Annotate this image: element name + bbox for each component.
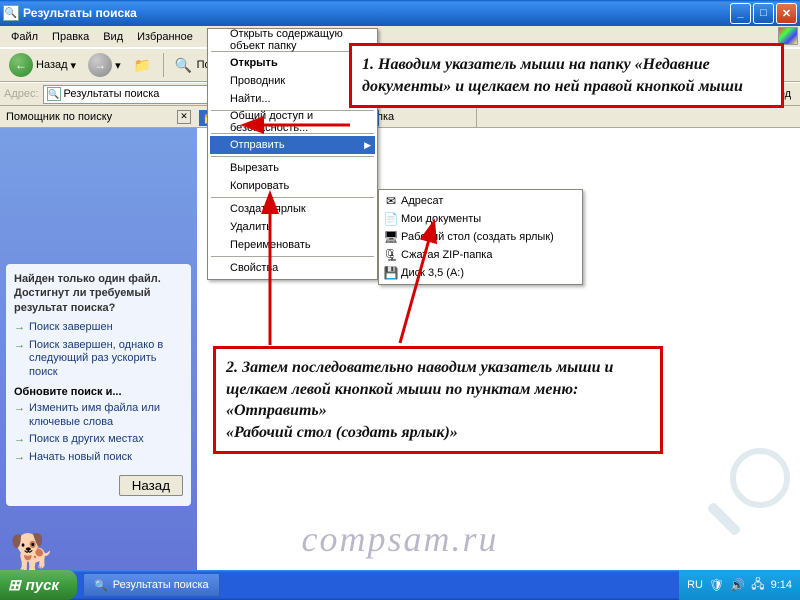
mail-icon: ✉ — [383, 193, 399, 209]
menu-properties[interactable]: Свойства — [210, 259, 375, 277]
documents-icon: 📄 — [383, 211, 399, 227]
red-arrow-3 — [390, 228, 450, 351]
menu-edit[interactable]: Правка — [45, 29, 96, 45]
system-tray: RU 🛡 🔊 🖧 9:14 — [679, 570, 800, 600]
arrow-icon: → — [14, 433, 25, 447]
instruction-callout-2: 2. Затем последовательно наводим указате… — [213, 346, 663, 454]
option-done[interactable]: →Поиск завершен — [14, 321, 183, 335]
maximize-button[interactable]: □ — [753, 3, 774, 24]
side-panel-title: Помощник по поиску — [6, 111, 112, 123]
sendto-mydocs[interactable]: 📄Мои документы — [381, 210, 580, 228]
instruction-callout-1: 1. Наводим указатель мыши на папку «Неда… — [349, 43, 784, 108]
nav-forward-button[interactable]: →▾ — [83, 51, 126, 79]
menu-favorites[interactable]: Избранное — [130, 29, 200, 45]
sendto-recipient[interactable]: ✉Адресат — [381, 192, 580, 210]
search-results-icon: 🔍 — [47, 87, 61, 101]
tray-lang[interactable]: RU — [687, 579, 703, 591]
start-button[interactable]: ⊞пуск — [0, 570, 77, 600]
tray-network-icon[interactable]: 🖧 — [751, 575, 764, 596]
magnifier-watermark-icon — [700, 448, 790, 538]
arrow-icon: → — [14, 402, 25, 416]
arrow-icon: → — [14, 339, 25, 353]
windows-logo-icon: ⊞ — [8, 576, 21, 594]
folder-up-icon: 📁 — [133, 55, 153, 75]
toolbar-separator — [163, 53, 164, 77]
option-faster[interactable]: →Поиск завершен, однако в следующий раз … — [14, 339, 183, 380]
option-other-places[interactable]: →Поиск в других местах — [14, 433, 183, 447]
menu-cut[interactable]: Вырезать — [210, 159, 375, 177]
nav-up-button[interactable]: 📁 — [128, 51, 158, 79]
menu-file[interactable]: Файл — [4, 29, 45, 45]
arrow-icon: → — [14, 321, 25, 335]
red-arrow-2 — [250, 200, 290, 353]
address-label: Адрес: — [4, 88, 39, 100]
search-question: Найден только один файл. Достигнут ли тр… — [14, 272, 183, 315]
menu-delete[interactable]: Удалить — [210, 218, 375, 236]
search-results-icon: 🔍 — [94, 579, 108, 592]
taskbar-item[interactable]: 🔍Результаты поиска — [83, 573, 220, 597]
address-value: Результаты поиска — [64, 88, 160, 100]
minimize-button[interactable]: _ — [730, 3, 751, 24]
tray-clock[interactable]: 9:14 — [771, 579, 792, 591]
section-heading: Обновите поиск и... — [14, 386, 183, 398]
menu-create-shortcut[interactable]: Создать ярлык — [210, 200, 375, 218]
nav-back-button[interactable]: ← Назад▾ — [4, 51, 81, 79]
search-dog-icon[interactable]: 🐕 — [10, 532, 55, 574]
search-results-box: Найден только один файл. Достигнут ли тр… — [6, 264, 191, 506]
back-button[interactable]: Назад — [119, 475, 183, 496]
close-button[interactable]: ✕ — [776, 3, 797, 24]
search-icon: 🔍 — [174, 55, 194, 75]
taskbar: ⊞пуск 🔍Результаты поиска RU 🛡 🔊 🖧 9:14 — [0, 570, 800, 600]
red-arrow-1 — [250, 110, 360, 143]
search-results-icon: 🔍 — [3, 5, 19, 21]
arrow-left-icon: ← — [9, 53, 33, 77]
tray-shield-icon[interactable]: 🛡 — [709, 578, 724, 592]
menu-rename[interactable]: Переименовать — [210, 236, 375, 254]
arrow-icon: → — [14, 451, 25, 465]
window-title: Результаты поиска — [23, 6, 730, 20]
option-new-search[interactable]: →Начать новый поиск — [14, 451, 183, 465]
tray-volume-icon[interactable]: 🔊 — [730, 578, 745, 592]
window-titlebar: 🔍 Результаты поиска _ □ ✕ — [0, 0, 800, 26]
search-companion-panel: Помощник по поиску ✕ Найден только один … — [0, 106, 197, 580]
menu-copy[interactable]: Копировать — [210, 177, 375, 195]
close-panel-button[interactable]: ✕ — [177, 110, 191, 124]
option-change-name[interactable]: →Изменить имя файла или ключевые слова — [14, 402, 183, 430]
arrow-right-icon: → — [88, 53, 112, 77]
submenu-arrow-icon: ▶ — [364, 140, 371, 151]
menu-view[interactable]: Вид — [96, 29, 130, 45]
